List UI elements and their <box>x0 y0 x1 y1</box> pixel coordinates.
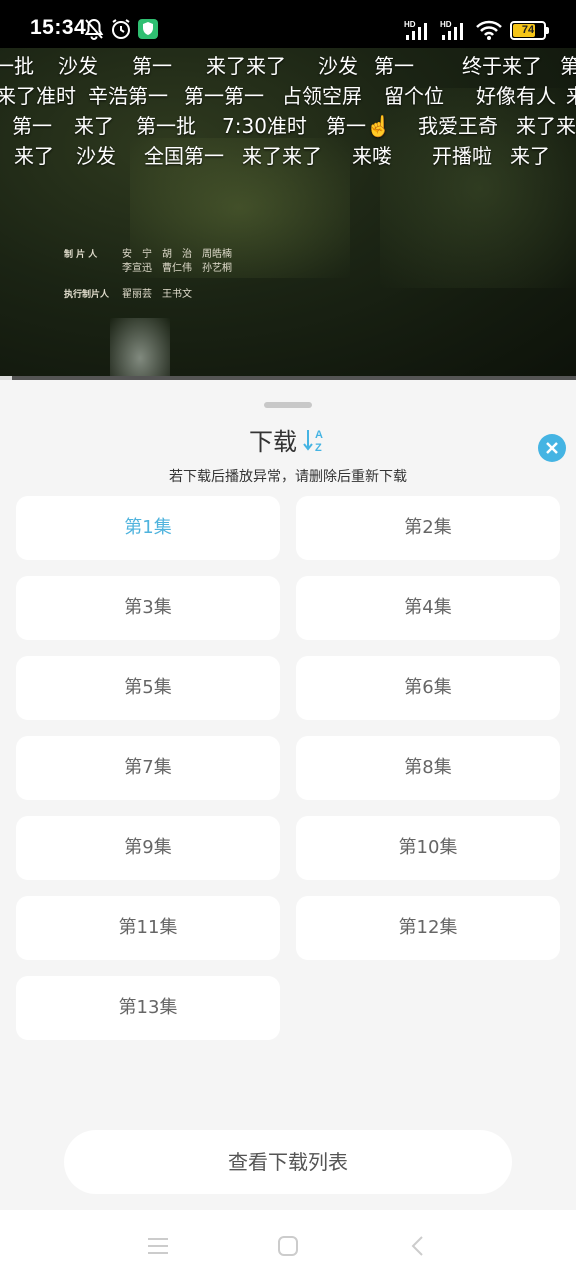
danmaku-comment: 来了来 <box>516 114 576 138</box>
episode-button[interactable]: 第13集 <box>16 976 280 1040</box>
menu-icon[interactable] <box>146 1234 170 1258</box>
danmaku-comment: 第一 <box>12 114 52 138</box>
credit-label: 执行制片人 <box>64 290 110 300</box>
download-notice: 若下载后播放异常，请删除后重新下载 <box>169 469 407 485</box>
danmaku-comment: 第一 <box>374 54 414 78</box>
close-icon <box>546 442 558 454</box>
episode-button[interactable]: 第5集 <box>16 656 280 720</box>
credit-label: 制 片 人 <box>64 250 98 260</box>
episode-button[interactable]: 第11集 <box>16 896 280 960</box>
danmaku-comment: 来 <box>566 80 576 109</box>
danmaku-comment: 来喽 <box>352 144 392 168</box>
danmaku-comment: 第一 <box>132 54 172 78</box>
download-sheet: 下载 A Z 若下载后播放异常，请删除后重新下载 第1集 第2集 第3集 第4集… <box>0 384 576 1210</box>
danmaku-comment: 好像有人 <box>476 84 556 108</box>
danmaku-comment: 来了 <box>74 114 114 138</box>
sheet-drag-handle[interactable] <box>264 402 312 408</box>
danmaku-comment: 开播啦 <box>432 144 492 168</box>
episode-button[interactable]: 第2集 <box>296 496 560 560</box>
credit-names: 安 宁 胡 治 周皓楠 <box>122 249 232 260</box>
danmaku-comment: 第 <box>560 54 576 78</box>
video-credits: 制 片 人 安 宁 胡 治 周皓楠 李宣迅 曹仁伟 孙艺桐 执行制片人 翟丽芸 王书… <box>64 248 232 302</box>
battery-level: 74 <box>521 24 535 36</box>
sort-az-icon[interactable]: A Z <box>303 426 327 454</box>
danmaku-comment: 来了来了 <box>242 144 322 168</box>
danmaku-comment: 占领空屏 <box>282 84 362 108</box>
bell-off-icon <box>84 18 104 40</box>
wifi-icon <box>476 20 502 40</box>
svg-text:HD: HD <box>440 20 452 29</box>
svg-text:A: A <box>315 429 323 441</box>
danmaku-comment: 来了 <box>14 144 54 168</box>
status-bar: 15:34 HD HD 74 <box>0 0 576 48</box>
video-progress-fill <box>0 376 12 380</box>
episode-button[interactable]: 第4集 <box>296 576 560 640</box>
system-nav-bar <box>0 1210 576 1280</box>
danmaku-comment: 辛浩第一 <box>88 84 168 108</box>
danmaku-comment: 来了准时 <box>0 84 76 108</box>
sheet-title: 下载 <box>249 428 297 456</box>
episode-button[interactable]: 第12集 <box>296 896 560 960</box>
credit-names: 翟丽芸 王书文 <box>122 289 192 300</box>
status-right-group: HD HD 74 <box>404 16 549 44</box>
danmaku-comment: 7:30准时 <box>222 114 307 138</box>
danmaku-comment: 第一☝️ <box>326 114 391 138</box>
vpn-shield-icon <box>138 19 158 39</box>
episode-button[interactable]: 第10集 <box>296 816 560 880</box>
svg-text:HD: HD <box>404 20 416 29</box>
video-player[interactable]: 一批 沙发 第一 来了来了 沙发 第一 终于来了 第 来了准时 辛浩第一 第一第… <box>0 48 576 380</box>
home-icon[interactable] <box>276 1234 300 1258</box>
episode-button[interactable]: 第6集 <box>296 656 560 720</box>
sheet-header: 下载 A Z <box>0 422 576 457</box>
episode-button[interactable]: 第1集 <box>16 496 280 560</box>
danmaku-comment: 沙发 <box>58 54 98 78</box>
danmaku-comment: 沙发 <box>318 54 358 78</box>
episode-button[interactable]: 第9集 <box>16 816 280 880</box>
danmaku-comment: 全国第一 <box>144 144 224 168</box>
episode-button[interactable]: 第3集 <box>16 576 280 640</box>
episode-button[interactable]: 第7集 <box>16 736 280 800</box>
danmaku-comment: 沙发 <box>76 144 116 168</box>
danmaku-comment: 来了来了 <box>206 54 286 78</box>
alarm-icon <box>112 19 130 39</box>
hd-signal-icon: HD <box>440 20 463 40</box>
danmaku-comment: 终于来了 <box>462 54 542 78</box>
danmaku-comment: 第一第一 <box>184 84 264 108</box>
episode-button[interactable]: 第8集 <box>296 736 560 800</box>
danmaku-comment: 来了 <box>510 144 550 168</box>
danmaku-comment: 留个位 <box>384 84 444 108</box>
credit-names: 李宣迅 曹仁伟 孙艺桐 <box>122 263 232 274</box>
danmaku-comment: 第一批 <box>136 114 196 138</box>
close-button[interactable] <box>538 434 566 462</box>
svg-text:Z: Z <box>315 442 322 454</box>
video-progress-bar[interactable] <box>0 376 576 380</box>
view-download-list-button[interactable]: 查看下载列表 <box>64 1130 512 1194</box>
danmaku-comment: 一批 <box>0 54 34 78</box>
hd-signal-icon: HD <box>404 20 427 40</box>
status-time: 15:34 <box>30 16 87 39</box>
danmaku-comment: 我爱王奇 <box>418 114 498 138</box>
battery-icon: 74 <box>510 20 549 40</box>
back-icon[interactable] <box>406 1234 430 1258</box>
